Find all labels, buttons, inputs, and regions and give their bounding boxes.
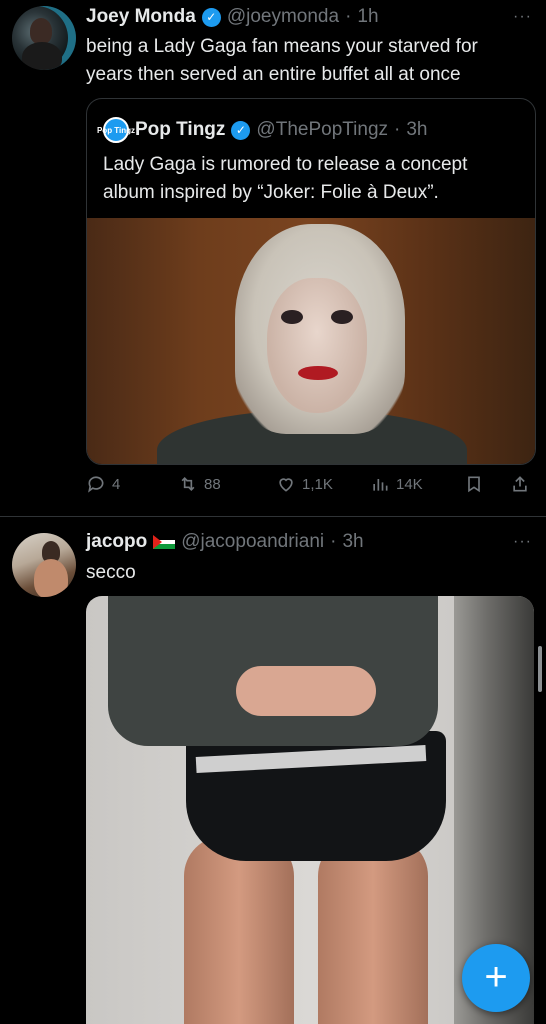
author-handle[interactable]: @joeymonda bbox=[227, 6, 339, 28]
tweet-header: jacopo @jacopoandriani · 3h bbox=[86, 531, 364, 553]
avatar-body bbox=[34, 559, 68, 597]
reply-count: 4 bbox=[112, 475, 121, 493]
repost-count: 88 bbox=[204, 475, 221, 493]
reply-button[interactable]: 4 bbox=[86, 474, 120, 494]
bookmark-button[interactable] bbox=[464, 474, 484, 494]
timestamp[interactable]: 3h bbox=[342, 531, 363, 553]
tweet-actions: 4 88 1,1K 14K bbox=[86, 474, 532, 502]
timestamp[interactable]: 1h bbox=[357, 6, 378, 28]
repost-icon bbox=[181, 476, 195, 492]
quoted-tweet-header: Pop Tingz Pop Tingz ✓ @ThePopTingz · 3h bbox=[97, 117, 428, 143]
quoted-avatar[interactable]: Pop Tingz bbox=[97, 117, 135, 143]
repost-button[interactable]: 88 bbox=[178, 474, 221, 494]
separator-dot: · bbox=[345, 6, 352, 27]
like-button[interactable]: 1,1K bbox=[276, 474, 333, 494]
like-count: 1,1K bbox=[302, 475, 333, 493]
share-button[interactable] bbox=[510, 474, 530, 494]
author-name[interactable]: Joey Monda bbox=[86, 6, 196, 28]
compose-button[interactable]: + bbox=[462, 944, 530, 1012]
image-face bbox=[267, 278, 367, 413]
verified-badge-icon: ✓ bbox=[201, 7, 221, 27]
tweet-text: being a Lady Gaga fan means your starved… bbox=[86, 36, 478, 85]
quoted-author-name[interactable]: Pop Tingz bbox=[135, 119, 225, 141]
author-handle[interactable]: @jacopoandriani bbox=[181, 531, 324, 553]
compose-plus-icon: + bbox=[484, 955, 508, 999]
image-leg bbox=[318, 836, 428, 1024]
image-leg bbox=[184, 836, 294, 1024]
tweet-text: secco bbox=[86, 562, 136, 583]
views-chart-icon bbox=[373, 479, 388, 491]
palestine-flag-icon bbox=[153, 535, 176, 549]
image-lips bbox=[298, 366, 338, 380]
more-options-icon[interactable]: ··· bbox=[513, 533, 532, 551]
more-options-icon[interactable]: ··· bbox=[513, 8, 532, 26]
image-eye bbox=[331, 310, 353, 324]
avatar-figure bbox=[30, 18, 52, 44]
tweet[interactable]: Joey Monda ✓ @joeymonda · 1h ··· being a… bbox=[0, 0, 546, 517]
author-name[interactable]: jacopo bbox=[86, 531, 147, 553]
quoted-tweet-image[interactable] bbox=[87, 218, 535, 464]
avatar[interactable] bbox=[12, 533, 76, 597]
scrollbar[interactable] bbox=[538, 646, 542, 692]
separator-dot: · bbox=[330, 531, 337, 552]
views-count: 14K bbox=[396, 475, 423, 493]
bookmark-icon bbox=[468, 476, 480, 493]
reply-icon bbox=[88, 476, 104, 493]
image-arm bbox=[236, 666, 376, 716]
quoted-tweet[interactable]: Pop Tingz Pop Tingz ✓ @ThePopTingz · 3h … bbox=[86, 98, 536, 465]
timeline-feed: Joey Monda ✓ @joeymonda · 1h ··· being a… bbox=[0, 0, 546, 1024]
quoted-author-handle[interactable]: @ThePopTingz bbox=[256, 119, 388, 141]
quoted-timestamp: 3h bbox=[406, 119, 428, 140]
image-eye bbox=[281, 310, 303, 324]
quoted-tweet-text: Lady Gaga is rumored to release a concep… bbox=[103, 154, 468, 203]
heart-icon bbox=[279, 478, 293, 492]
avatar[interactable] bbox=[12, 6, 76, 70]
verified-badge-icon: ✓ bbox=[231, 120, 251, 140]
tweet-header: Joey Monda ✓ @joeymonda · 1h bbox=[86, 6, 379, 28]
separator-dot: · bbox=[394, 119, 401, 140]
avatar-body bbox=[22, 42, 62, 70]
views-button[interactable]: 14K bbox=[370, 474, 423, 494]
share-icon bbox=[513, 476, 527, 492]
